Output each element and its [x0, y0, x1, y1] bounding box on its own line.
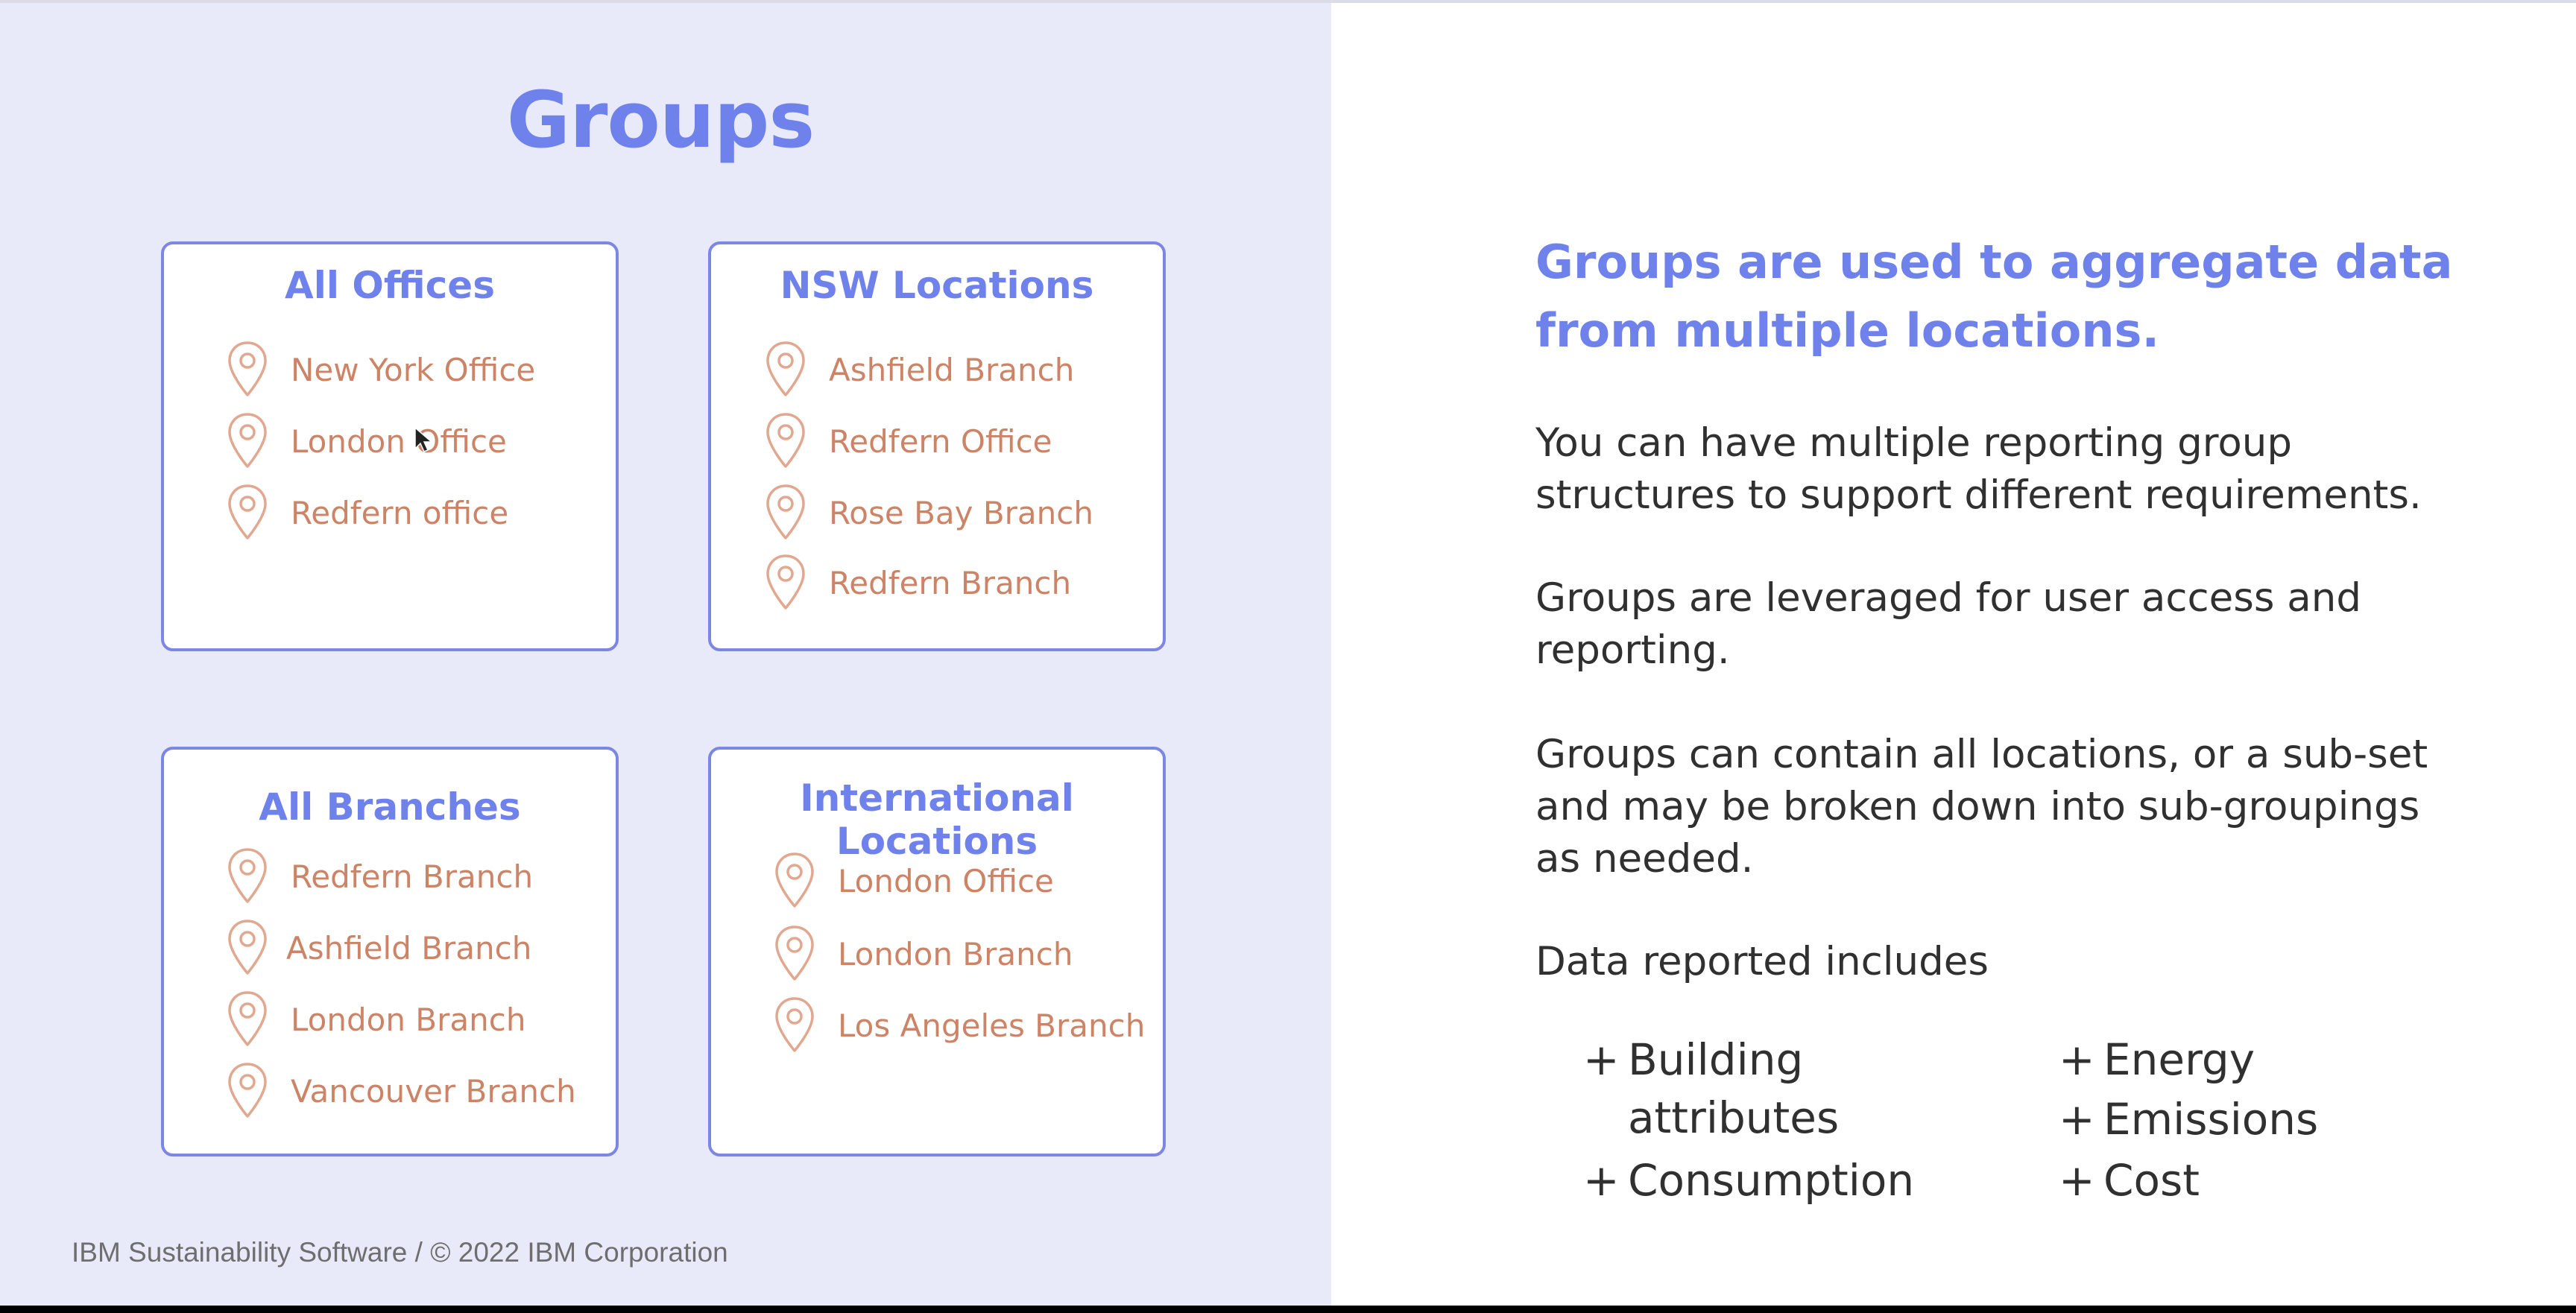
paragraph-user-access: Groups are leveraged for user access and…	[1535, 575, 2362, 673]
location-label: Los Angeles Branch	[838, 1007, 1146, 1044]
location-pin-icon	[227, 1061, 268, 1121]
data-item-label: Emissions	[2103, 1094, 2319, 1145]
location-pin-icon	[765, 340, 806, 399]
group-card-nsw-locations: NSW Locations Ashfield Branch Redfern Of…	[708, 241, 1166, 651]
headline: Groups are used to aggregate data from m…	[1535, 235, 2453, 358]
location-pin-icon	[227, 990, 268, 1049]
slide: Groups All Offices New York Office Londo…	[0, 0, 2576, 1306]
location-label: Rose Bay Branch	[829, 494, 1093, 531]
location-item: Ashfield Branch	[765, 340, 1074, 399]
location-label: Redfern office	[291, 494, 509, 531]
location-item: Los Angeles Branch	[774, 996, 1145, 1055]
group-card-title: All Branches	[259, 785, 521, 829]
location-label: Vancouver Branch	[291, 1072, 576, 1110]
location-item: New York Office	[227, 340, 535, 399]
data-item-building-continued: attributes	[1628, 1092, 1840, 1143]
location-item: Redfern Branch	[765, 553, 1071, 613]
group-card-all-offices: All Offices New York Office London Offic…	[161, 241, 619, 651]
location-label: London Office	[838, 862, 1054, 899]
location-item: Vancouver Branch	[227, 1061, 576, 1121]
location-item: London Office	[227, 411, 507, 471]
bottom-bar	[0, 1306, 2576, 1313]
bullet-plus: +	[2059, 1155, 2095, 1206]
mouse-cursor-icon	[414, 426, 433, 452]
bullet-plus: +	[2059, 1034, 2095, 1085]
group-card-title: NSW Locations	[780, 264, 1094, 307]
data-item-cost: + Cost	[2059, 1151, 2200, 1210]
location-pin-icon	[227, 340, 268, 399]
data-item-label: Cost	[2103, 1155, 2200, 1206]
location-pin-icon	[765, 483, 806, 542]
data-item-energy: + Energy	[2059, 1030, 2255, 1089]
location-item: London Branch	[227, 990, 525, 1049]
location-label: New York Office	[291, 351, 536, 388]
location-pin-icon	[227, 847, 268, 906]
location-item: London Office	[774, 851, 1054, 911]
location-pin-icon	[774, 924, 815, 984]
paragraph-sub-groupings: Groups can contain all locations, or a s…	[1535, 732, 2428, 882]
location-label: London Office	[291, 423, 507, 460]
location-label: Redfern Branch	[291, 858, 534, 895]
group-card-all-branches: All Branches Redfern Branch Ashfield Bra…	[161, 747, 619, 1157]
data-item-label: Energy	[2103, 1034, 2255, 1085]
location-item: Redfern Office	[765, 411, 1052, 471]
location-label: Redfern Branch	[829, 564, 1072, 601]
location-pin-icon	[774, 851, 815, 911]
location-item: Ashfield Branch	[227, 918, 531, 978]
slide-title: Groups	[506, 75, 815, 165]
location-item: London Branch	[774, 924, 1073, 984]
location-pin-icon	[765, 553, 806, 613]
location-label: Ashfield Branch	[286, 929, 532, 966]
location-label: London Branch	[838, 935, 1073, 972]
group-card-title: All Offices	[285, 264, 495, 307]
location-item: Redfern office	[227, 483, 508, 542]
data-item-label: Consumption	[1628, 1155, 1915, 1206]
location-pin-icon	[227, 483, 268, 542]
data-item-emissions: + Emissions	[2059, 1089, 2318, 1149]
location-pin-icon	[774, 996, 815, 1055]
footer-copyright: IBM Sustainability Software / © 2022 IBM…	[72, 1237, 728, 1268]
data-item-label: Building	[1628, 1034, 1804, 1085]
location-pin-icon	[227, 918, 268, 978]
group-card-international-locations: International Locations London Office Lo…	[708, 747, 1166, 1157]
bullet-plus: +	[1583, 1155, 1620, 1206]
group-card-title: International Locations	[800, 776, 1074, 863]
data-item-building: + Building	[1583, 1030, 1803, 1089]
location-label: Redfern Office	[829, 423, 1052, 460]
paragraph-reporting-structures: You can have multiple reporting group st…	[1535, 420, 2422, 518]
location-pin-icon	[227, 411, 268, 471]
bullet-plus: +	[2059, 1094, 2095, 1145]
location-item: Rose Bay Branch	[765, 483, 1093, 542]
bullet-plus: +	[1583, 1034, 1620, 1085]
paragraph-data-reported: Data reported includes	[1535, 939, 1989, 984]
location-item: Redfern Branch	[227, 847, 533, 906]
location-pin-icon	[765, 411, 806, 471]
location-label: Ashfield Branch	[829, 351, 1075, 388]
location-label: London Branch	[291, 1001, 526, 1038]
data-item-consumption: + Consumption	[1583, 1151, 1914, 1210]
